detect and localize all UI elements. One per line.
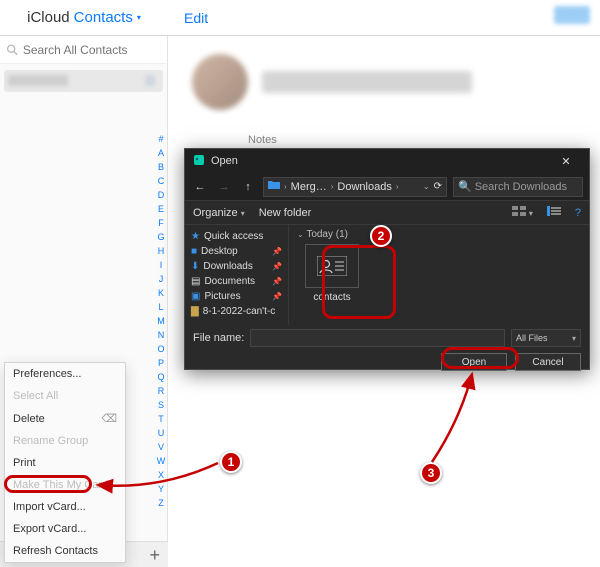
callout-3: 3	[420, 462, 442, 484]
documents-item[interactable]: ▤Documents📌	[189, 274, 284, 289]
menu-rename-group: Rename Group	[5, 430, 125, 452]
file-type-filter[interactable]: All Files▾	[511, 329, 581, 347]
file-contacts[interactable]: contacts	[297, 244, 367, 303]
desktop-item[interactable]: ■Desktop📌	[189, 244, 284, 259]
az-item[interactable]: U	[154, 426, 168, 440]
file-name-label: contacts	[297, 292, 367, 303]
az-item[interactable]: C	[154, 174, 168, 188]
dialog-title: Open	[211, 155, 551, 167]
open-file-dialog: Open ✕ ← → ↑ › Merg… › Downloads › ⌄ ⟳ 🔍…	[184, 148, 590, 370]
menu-import-vcard[interactable]: Import vCard...	[5, 496, 125, 518]
az-item[interactable]: H	[154, 244, 168, 258]
vcard-icon	[305, 244, 359, 288]
cancel-button[interactable]: Cancel	[515, 353, 581, 371]
backspace-icon: ⌫	[101, 412, 117, 425]
nav-up-icon[interactable]: ↑	[239, 178, 257, 196]
search-placeholder: Search Downloads	[475, 181, 567, 193]
dialog-search-input[interactable]: 🔍Search Downloads	[453, 177, 583, 197]
callout-1: 1	[220, 451, 242, 473]
az-item[interactable]: J	[154, 272, 168, 286]
file-name-label: File name:	[193, 332, 244, 344]
az-item[interactable]: Q	[154, 370, 168, 384]
search-icon	[6, 43, 19, 57]
az-item[interactable]: N	[154, 328, 168, 342]
edit-link[interactable]: Edit	[184, 10, 208, 26]
folder-down-icon	[268, 180, 280, 193]
new-folder-button[interactable]: New folder	[259, 207, 312, 219]
view-icons-button[interactable]: ▾	[512, 206, 533, 219]
az-item[interactable]: D	[154, 188, 168, 202]
az-item[interactable]: V	[154, 440, 168, 454]
az-item[interactable]: G	[154, 230, 168, 244]
help-icon[interactable]: ?	[575, 207, 581, 219]
az-item[interactable]: B	[154, 160, 168, 174]
plus-icon[interactable]: +	[149, 548, 160, 562]
az-item[interactable]: T	[154, 412, 168, 426]
nav-fwd-icon[interactable]: →	[215, 178, 233, 196]
today-header[interactable]: Today (1)	[306, 229, 348, 240]
contact-name	[262, 71, 472, 93]
user-chip[interactable]	[554, 6, 590, 24]
breadcrumb-item[interactable]: Merg…	[291, 181, 327, 193]
az-item[interactable]: W	[154, 454, 168, 468]
az-item[interactable]: X	[154, 468, 168, 482]
contacts-actions-menu: Preferences... Select All Delete ⌫ Renam…	[4, 362, 126, 563]
organize-menu[interactable]: Organize ▾	[193, 207, 245, 219]
brand-contacts-label[interactable]: Contacts	[74, 9, 133, 26]
menu-preferences[interactable]: Preferences...	[5, 363, 125, 385]
az-item[interactable]: R	[154, 384, 168, 398]
menu-make-my-card: Make This My Card	[5, 474, 125, 496]
menu-refresh-contacts[interactable]: Refresh Contacts	[5, 540, 125, 562]
notes-label: Notes	[248, 134, 576, 146]
menu-delete[interactable]: Delete ⌫	[5, 407, 125, 430]
az-item[interactable]: #	[154, 132, 168, 146]
open-button[interactable]: Open	[441, 353, 507, 371]
dialog-sidebar: ★Quick access ■Desktop📌 ⬇Downloads📌 ▤Doc…	[185, 225, 289, 325]
az-item[interactable]: M	[154, 314, 168, 328]
search-input[interactable]	[19, 43, 161, 57]
az-item[interactable]: Z	[154, 496, 168, 510]
contact-row[interactable]	[4, 70, 163, 92]
chevron-down-icon[interactable]: ⌄	[423, 182, 430, 191]
az-item[interactable]: K	[154, 286, 168, 300]
breadcrumb-item[interactable]: Downloads	[337, 181, 391, 193]
brand-icloud-label: iCloud	[27, 9, 70, 26]
az-item[interactable]: O	[154, 342, 168, 356]
avatar	[192, 54, 248, 110]
az-index[interactable]: # A B C D E F G H I J K L M N O P Q R S …	[154, 132, 168, 510]
address-bar[interactable]: › Merg… › Downloads › ⌄ ⟳	[263, 177, 447, 197]
pictures-item[interactable]: ▣Pictures📌	[189, 289, 284, 304]
az-item[interactable]: F	[154, 216, 168, 230]
az-item[interactable]: S	[154, 398, 168, 412]
chevron-down-icon[interactable]: ▾	[137, 13, 141, 22]
callout-2: 2	[370, 225, 392, 247]
az-item[interactable]: P	[154, 356, 168, 370]
menu-print[interactable]: Print	[5, 452, 125, 474]
downloads-item[interactable]: ⬇Downloads📌	[189, 259, 284, 274]
menu-select-all: Select All	[5, 385, 125, 407]
az-item[interactable]: E	[154, 202, 168, 216]
az-item[interactable]: L	[154, 300, 168, 314]
az-item[interactable]: I	[154, 258, 168, 272]
explorer-icon	[193, 154, 205, 169]
folder-item[interactable]: ▇8-1-2022-can't-c	[189, 304, 284, 319]
az-item[interactable]: A	[154, 146, 168, 160]
view-details-button[interactable]	[547, 206, 561, 219]
menu-export-vcard[interactable]: Export vCard...	[5, 518, 125, 540]
az-item[interactable]: Y	[154, 482, 168, 496]
file-name-input[interactable]	[250, 329, 505, 347]
nav-back-icon[interactable]: ←	[191, 178, 209, 196]
quick-access-item[interactable]: ★Quick access	[189, 229, 284, 244]
close-icon[interactable]: ✕	[551, 155, 581, 168]
refresh-icon[interactable]: ⟳	[434, 181, 442, 192]
